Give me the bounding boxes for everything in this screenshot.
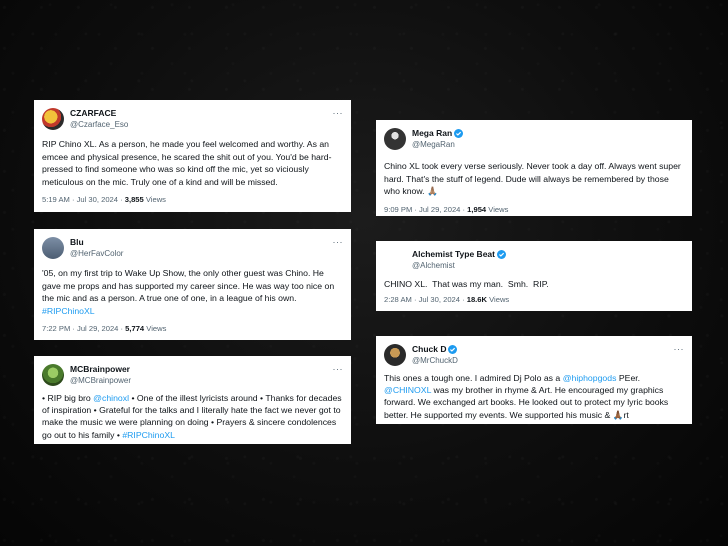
tweet-header: Alchemist Type Beat @Alchemist — [384, 247, 684, 273]
mention-link[interactable]: @CHINOXL — [384, 385, 431, 395]
timestamp[interactable]: 7:22 PM · Jul 29, 2024 · — [42, 324, 125, 333]
more-options-icon[interactable]: ··· — [333, 108, 344, 118]
tweet-text: • RIP big bro @chinoxl • One of the ille… — [42, 392, 343, 441]
tweet-meta: 5:19 AM · Jul 30, 2024 · 3,855 Views — [42, 195, 343, 204]
verified-badge-icon — [454, 129, 464, 138]
tweet-header: CZARFACE @Czarface_Eso ··· — [42, 106, 343, 132]
user-handle[interactable]: @MrChuckD — [412, 355, 458, 366]
display-name[interactable]: Alchemist Type Beat — [412, 249, 506, 260]
tweet-header: Chuck D @MrChuckD ··· — [384, 342, 684, 368]
view-count: 18.6K — [466, 294, 487, 304]
user-handle[interactable]: @Czarface_Eso — [70, 119, 128, 130]
tweet-meta: 7:22 PM · Jul 29, 2024 · 5,774 Views — [42, 324, 343, 333]
view-count: 5,774 — [125, 324, 145, 334]
tweet-text: Chino XL took every verse seriously. Nev… — [384, 161, 681, 197]
avatar[interactable] — [42, 364, 64, 386]
user-handle[interactable]: @HerFavColor — [70, 248, 123, 259]
tweet-meta: 9:09 PM · Jul 29, 2024 · 1,954 Views — [384, 205, 684, 214]
views-label: Views — [143, 195, 166, 205]
user-handle[interactable]: @Alchemist — [412, 260, 506, 271]
display-name[interactable]: MCBrainpower — [70, 364, 131, 375]
user-handle[interactable]: @MCBrainpower — [70, 375, 131, 386]
hashtag-link[interactable]: #RIPChinoXL — [42, 306, 95, 316]
avatar[interactable] — [42, 108, 64, 130]
tweet-text-part: This ones a tough one. I admired Dj Polo… — [384, 373, 563, 383]
more-options-icon[interactable]: ··· — [333, 364, 344, 374]
display-name[interactable]: Blu — [70, 237, 123, 248]
tweet-card-mcbrainpower[interactable]: MCBrainpower @MCBrainpower ··· • RIP big… — [34, 356, 351, 444]
hashtag-link[interactable]: #RIPChinoXL — [122, 430, 175, 440]
tweet-card-blu[interactable]: Blu @HerFavColor ··· '05, on my first tr… — [34, 229, 351, 340]
timestamp[interactable]: 5:19 AM · Jul 30, 2024 · — [42, 195, 125, 204]
avatar[interactable] — [42, 237, 64, 259]
tweet-card-chuckd[interactable]: Chuck D @MrChuckD ··· This ones a tough … — [376, 336, 692, 424]
avatar[interactable] — [384, 249, 406, 271]
display-name-text[interactable]: Chuck D — [412, 344, 446, 355]
display-name-text[interactable]: Mega Ran — [412, 128, 452, 139]
views-label: Views — [144, 324, 167, 334]
view-count: 1,954 — [467, 204, 487, 214]
tweet-header: Blu @HerFavColor ··· — [42, 235, 343, 261]
tweet-text: '05, on my first trip to Wake Up Show, t… — [42, 267, 343, 317]
tweet-meta: 2:28 AM · Jul 30, 2024 · 18.6K Views — [384, 295, 684, 304]
timestamp[interactable]: 9:09 PM · Jul 29, 2024 · — [384, 205, 467, 214]
tweet-text: CHINO XL. That was my man. Smh. RIP. — [384, 279, 549, 289]
user-handle[interactable]: @MegaRan — [412, 139, 463, 150]
avatar[interactable] — [384, 128, 406, 150]
display-name-text[interactable]: Alchemist Type Beat — [412, 249, 495, 260]
tweet-header: MCBrainpower @MCBrainpower ··· — [42, 362, 343, 388]
tweet-card-alchemist[interactable]: Alchemist Type Beat @Alchemist CHINO XL.… — [376, 241, 692, 311]
timestamp[interactable]: 2:28 AM · Jul 30, 2024 · — [384, 295, 467, 304]
tweet-header: Mega Ran @MegaRan — [384, 126, 684, 152]
tweet-text: RIP Chino XL. As a person, he made you f… — [42, 139, 332, 187]
tweet-text: This ones a tough one. I admired Dj Polo… — [384, 372, 684, 421]
tweet-card-megaran[interactable]: Mega Ran @MegaRan Chino XL took every ve… — [376, 120, 692, 216]
tweet-text-part: PEer. — [616, 373, 641, 383]
more-options-icon[interactable]: ··· — [674, 344, 685, 354]
views-label: Views — [486, 204, 509, 214]
view-count: 3,855 — [124, 195, 144, 205]
tweet-card-czarface[interactable]: CZARFACE @Czarface_Eso ··· RIP Chino XL.… — [34, 100, 351, 212]
display-name[interactable]: Chuck D — [412, 344, 458, 355]
avatar[interactable] — [384, 344, 406, 366]
tweet-text-part: • RIP big bro — [42, 393, 94, 403]
verified-badge-icon — [496, 250, 506, 259]
views-label: Views — [487, 294, 510, 304]
verified-badge-icon — [448, 345, 458, 354]
tweet-text-main: '05, on my first trip to Wake Up Show, t… — [42, 268, 335, 304]
more-options-icon[interactable]: ··· — [333, 237, 344, 247]
mention-link[interactable]: @chinoxl — [93, 393, 129, 403]
mention-link[interactable]: @hiphopgods — [563, 373, 617, 383]
display-name[interactable]: CZARFACE — [70, 108, 128, 119]
display-name[interactable]: Mega Ran — [412, 128, 464, 139]
